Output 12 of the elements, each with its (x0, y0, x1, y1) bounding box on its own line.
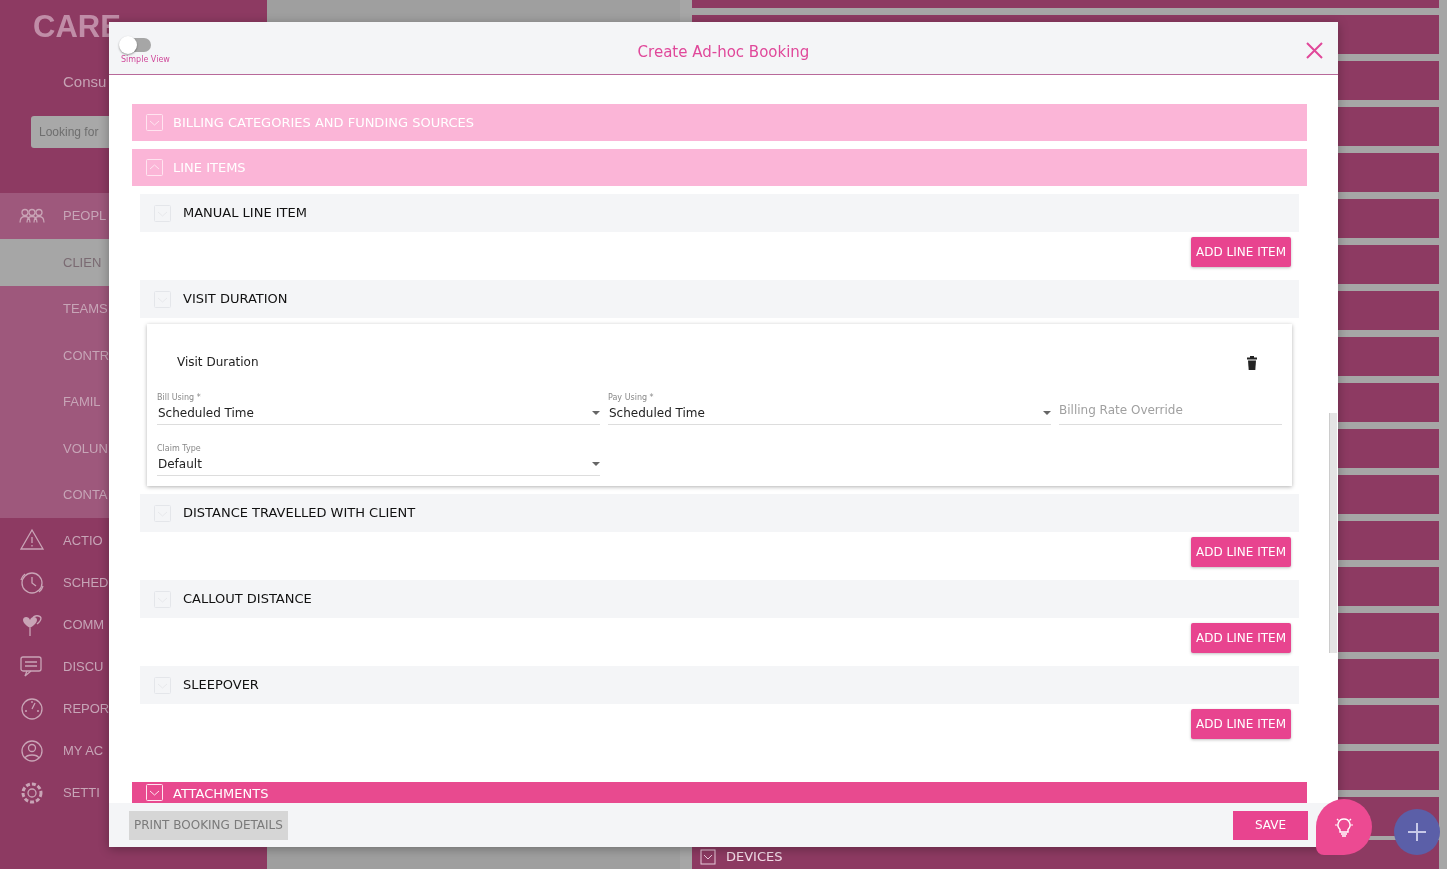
section-title: BILLING CATEGORIES AND FUNDING SOURCES (173, 113, 475, 132)
line-item-title: CALLOUT DISTANCE (183, 590, 312, 609)
dialog-title: Create Ad-hoc Booking (637, 41, 810, 63)
line-item-title: DISTANCE TRAVELLED WITH CLIENT (183, 504, 416, 523)
section-title: LINE ITEMS (173, 158, 246, 177)
line-item-title: SLEEPOVER (183, 676, 259, 695)
sidebar-subtitle: Consu (63, 72, 107, 93)
line-item-title: VISIT DURATION (183, 290, 288, 309)
line-item-title: MANUAL LINE ITEM (183, 204, 307, 223)
toggle-label: Simple View (121, 54, 170, 66)
card-title: Visit Duration (176, 354, 260, 371)
section-title: ATTACHMENTS (173, 785, 269, 803)
